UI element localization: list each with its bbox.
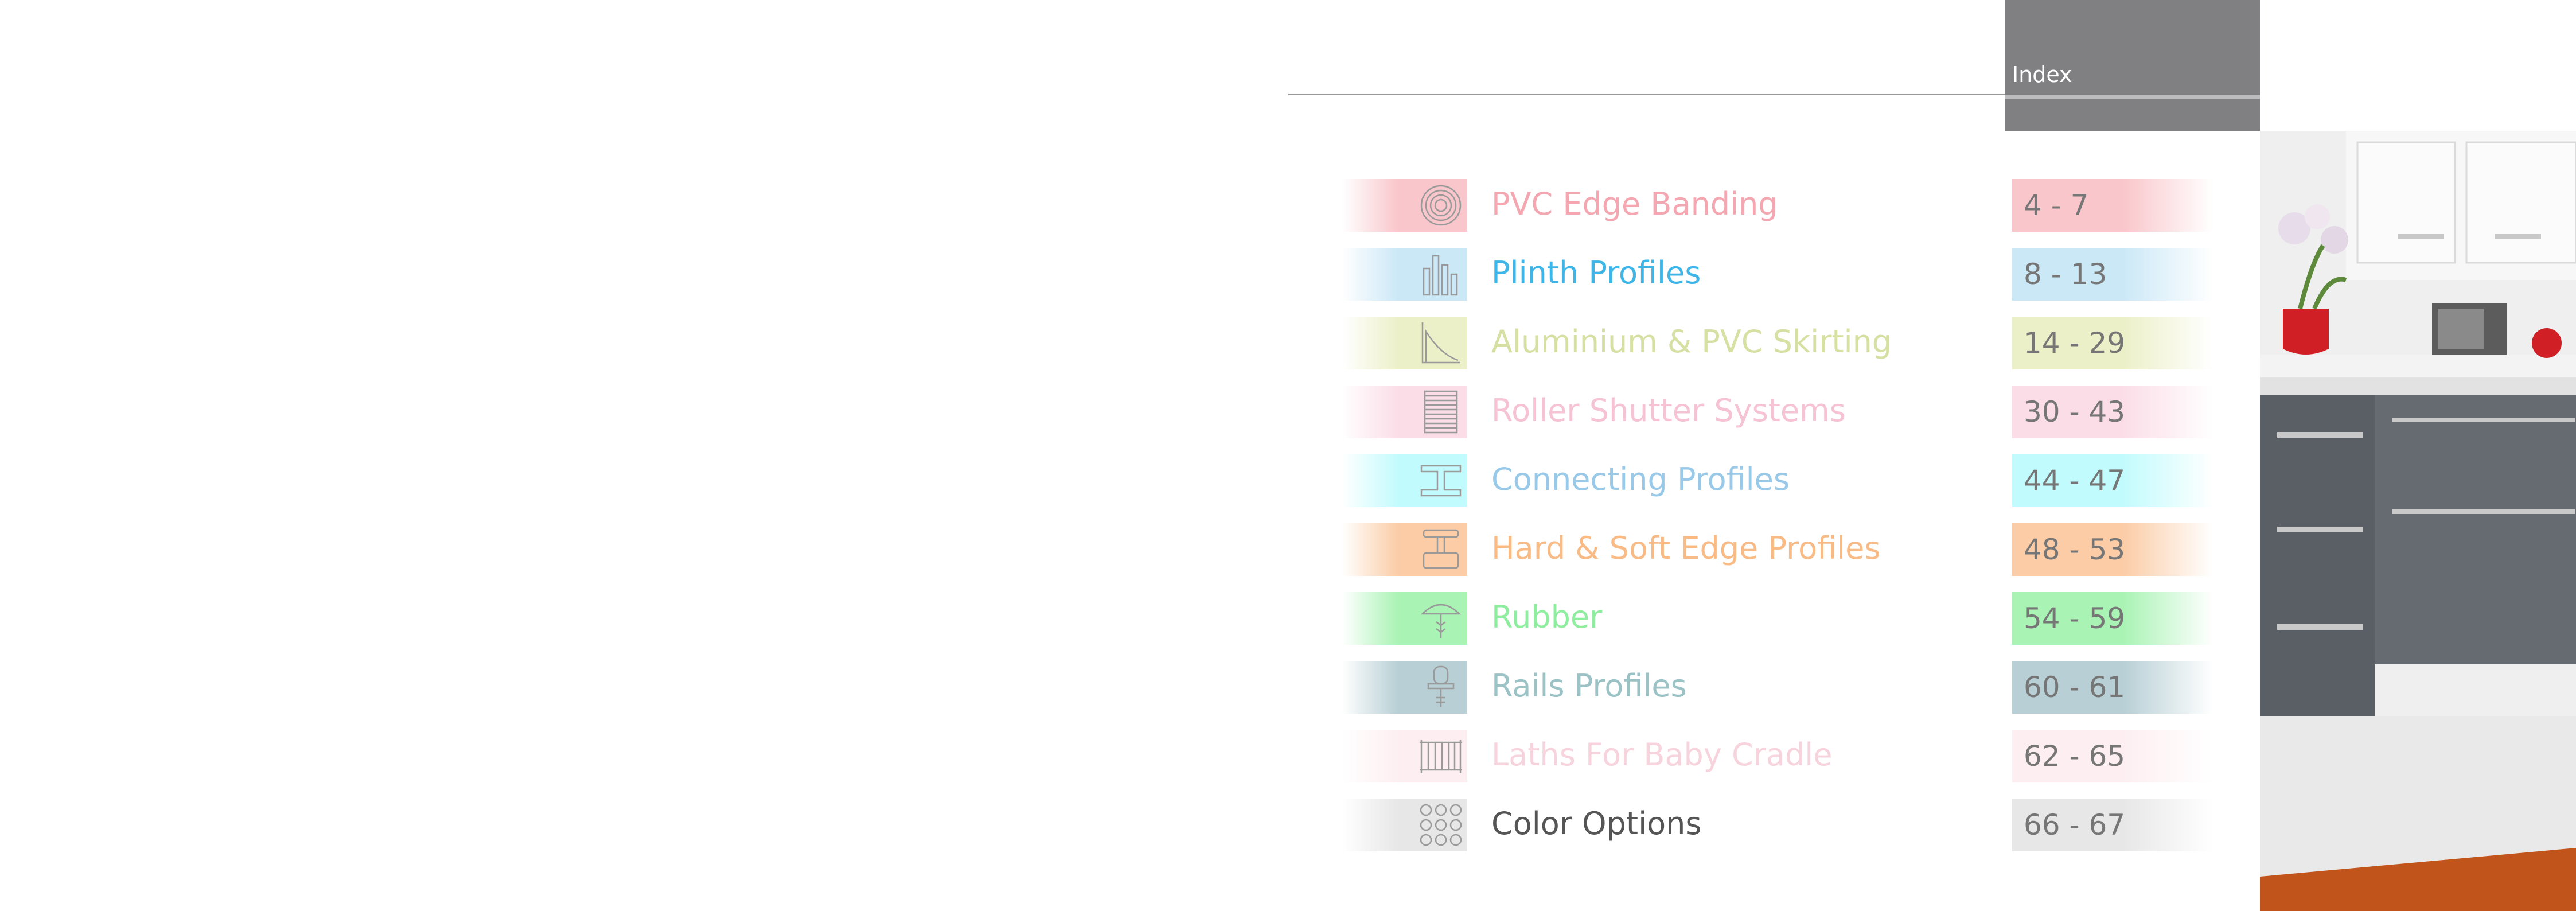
skirting-profile-icon — [1421, 322, 1460, 364]
index-row-plinth-profiles[interactable]: Plinth Profiles 8 - 13 — [1342, 248, 2214, 301]
row-label: Rails Profiles — [1491, 668, 1687, 704]
page-range: 30 - 43 — [2024, 395, 2126, 429]
row-icon-box — [1342, 592, 1467, 645]
connecting-profile-icon — [1420, 465, 1462, 497]
row-label: Hard & Soft Edge Profiles — [1491, 530, 1881, 566]
rubber-profile-icon — [1420, 604, 1462, 638]
page-range-box: 48 - 53 — [2012, 523, 2213, 576]
page-range: 60 - 61 — [2024, 671, 2126, 704]
page-range: 54 - 59 — [2024, 602, 2126, 635]
index-row-connecting-profiles[interactable]: Connecting Profiles 44 - 47 — [1342, 454, 2214, 507]
page-range: 44 - 47 — [2024, 464, 2126, 497]
row-label: Connecting Profiles — [1491, 461, 1790, 497]
kitchen-photo — [2260, 131, 2576, 911]
roller-shutter-icon — [1424, 390, 1458, 434]
row-icon-box — [1342, 523, 1467, 576]
row-label: PVC Edge Banding — [1491, 186, 1778, 222]
index-row-laths-baby-cradle[interactable]: Laths For Baby Cradle 62 - 65 — [1342, 730, 2214, 782]
rails-profile-icon — [1427, 665, 1455, 707]
row-icon-box — [1342, 179, 1467, 232]
row-icon-box — [1342, 317, 1467, 369]
index-row-aluminium-pvc-skirting[interactable]: Aluminium & PVC Skirting 14 - 29 — [1342, 317, 2214, 369]
index-row-rubber[interactable]: Rubber 54 - 59 — [1342, 592, 2214, 645]
index-header: Index — [2005, 0, 2260, 131]
header-band — [2005, 95, 2260, 99]
row-icon-box — [1342, 730, 1467, 782]
page-range-box: 14 - 29 — [2012, 317, 2213, 369]
page-range-box: 60 - 61 — [2012, 661, 2213, 714]
row-icon-box — [1342, 799, 1467, 851]
page-range-box: 54 - 59 — [2012, 592, 2213, 645]
page-range-box: 4 - 7 — [2012, 179, 2213, 232]
row-icon-box — [1342, 661, 1467, 714]
row-label: Rubber — [1491, 599, 1603, 635]
row-label: Laths For Baby Cradle — [1491, 737, 1833, 773]
color-options-grid-icon — [1420, 804, 1462, 846]
row-icon-box — [1342, 454, 1467, 507]
page-range-box: 62 - 65 — [2012, 730, 2213, 782]
page-range-box: 30 - 43 — [2012, 386, 2213, 438]
index-row-pvc-edge-banding[interactable]: PVC Edge Banding 4 - 7 — [1342, 179, 2214, 232]
edge-profile-icon — [1423, 529, 1459, 569]
row-label: Plinth Profiles — [1491, 255, 1701, 291]
row-icon-box — [1342, 248, 1467, 301]
page-range-box: 66 - 67 — [2012, 799, 2213, 851]
edge-banding-roll-icon — [1420, 185, 1462, 226]
page-range: 66 - 67 — [2024, 808, 2126, 842]
row-label: Aluminium & PVC Skirting — [1491, 324, 1892, 360]
page-range-box: 8 - 13 — [2012, 248, 2213, 301]
header-rule — [1288, 94, 2005, 95]
index-row-color-options[interactable]: Color Options 66 - 67 — [1342, 799, 2214, 851]
page-range-box: 44 - 47 — [2012, 454, 2213, 507]
index-row-roller-shutter-systems[interactable]: Roller Shutter Systems 30 - 43 — [1342, 386, 2214, 438]
page-range: 8 - 13 — [2024, 258, 2107, 291]
page-range: 48 - 53 — [2024, 533, 2126, 566]
page-range: 14 - 29 — [2024, 326, 2126, 360]
plinth-profiles-icon — [1423, 255, 1458, 296]
baby-cradle-laths-icon — [1420, 740, 1462, 773]
kitchen-illustration — [2260, 131, 2576, 911]
row-icon-box — [1342, 386, 1467, 438]
index-row-rails-profiles[interactable]: Rails Profiles 60 - 61 — [1342, 661, 2214, 714]
page-range: 62 - 65 — [2024, 739, 2126, 773]
page-title: Index — [2012, 62, 2072, 87]
row-label: Roller Shutter Systems — [1491, 392, 1846, 429]
index-row-hard-soft-edge-profiles[interactable]: Hard & Soft Edge Profiles 48 - 53 — [1342, 523, 2214, 576]
row-label: Color Options — [1491, 805, 1702, 842]
page-range: 4 - 7 — [2024, 189, 2089, 222]
